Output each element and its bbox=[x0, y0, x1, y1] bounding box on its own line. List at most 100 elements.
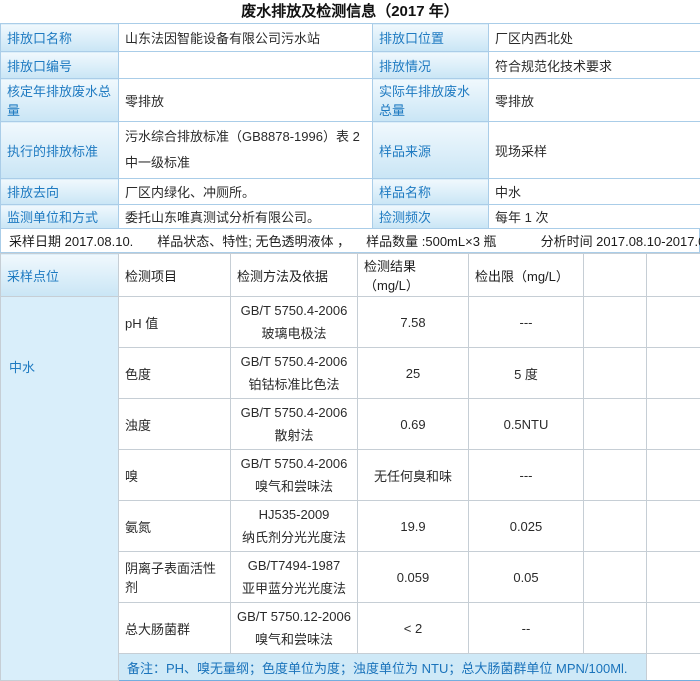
remarks-text: 备注：PH、嗅无量纲；色度单位为度；浊度单位为 NTU；总大肠菌群单位 MPN/… bbox=[119, 654, 647, 681]
detect-row-method: GB/T 5750.4-2006 铂钴标准比色法 bbox=[231, 348, 358, 399]
value-discharge-standard: 污水综合排放标准（GB8878-1996）表 2 中一级标准 bbox=[119, 122, 373, 179]
info-row: 执行的排放标准 污水综合排放标准（GB8878-1996）表 2 中一级标准 样… bbox=[1, 122, 700, 179]
method-standard: GB/T7494-1987 bbox=[235, 554, 353, 577]
empty-cell bbox=[584, 399, 647, 450]
label-monitoring-unit: 监测单位和方式 bbox=[1, 205, 119, 229]
detect-row-method: GB/T 5750.4-2006 玻璃电极法 bbox=[231, 297, 358, 348]
detect-row-result: 19.9 bbox=[358, 501, 469, 552]
value-outlet-number bbox=[119, 52, 373, 79]
method-standard: HJ535-2009 bbox=[235, 503, 353, 526]
empty-cell bbox=[647, 450, 700, 501]
label-discharge-status: 排放情况 bbox=[373, 52, 489, 79]
detect-row-item: 总大肠菌群 bbox=[119, 603, 231, 654]
method-standard: GB/T 5750.4-2006 bbox=[235, 350, 353, 373]
detect-row-method: GB/T7494-1987 亚甲蓝分光光度法 bbox=[231, 552, 358, 603]
empty-cell bbox=[584, 297, 647, 348]
method-standard: GB/T 5750.4-2006 bbox=[235, 299, 353, 322]
value-monitoring-unit: 委托山东唯真测试分析有限公司。 bbox=[119, 205, 373, 229]
detect-row-method: HJ535-2009 纳氏剂分光光度法 bbox=[231, 501, 358, 552]
info-row: 排放口名称 山东法因智能设备有限公司污水站 排放口位置 厂区内西北处 bbox=[1, 24, 700, 52]
detect-row-item: 氨氮 bbox=[119, 501, 231, 552]
header-sampling-point: 采样点位 bbox=[1, 254, 119, 297]
page-title: 废水排放及检测信息（2017 年） bbox=[0, 0, 700, 23]
header-test-item: 检测项目 bbox=[119, 254, 231, 297]
discharge-info-table: 排放口名称 山东法因智能设备有限公司污水站 排放口位置 厂区内西北处 排放口编号… bbox=[0, 23, 700, 229]
sampling-date: 采样日期 2017.08.10. bbox=[9, 231, 133, 250]
label-outlet-number: 排放口编号 bbox=[1, 52, 119, 79]
detect-row-item: 浊度 bbox=[119, 399, 231, 450]
method-standard: GB/T 5750.12-2006 bbox=[235, 605, 353, 628]
value-outlet-location: 厂区内西北处 bbox=[489, 24, 700, 52]
method-name: 铂钴标准比色法 bbox=[235, 373, 353, 396]
detect-row-result: 7.58 bbox=[358, 297, 469, 348]
label-discharge-standard: 执行的排放标准 bbox=[1, 122, 119, 179]
detect-row-result: 0.69 bbox=[358, 399, 469, 450]
method-name: 纳氏剂分光光度法 bbox=[235, 526, 353, 549]
empty-cell bbox=[647, 501, 700, 552]
method-name: 散射法 bbox=[235, 424, 353, 447]
sample-state: 样品状态、特性; 无色透明液体 ， bbox=[157, 231, 350, 250]
detect-row-limit: 0.05 bbox=[469, 552, 584, 603]
detect-row-method: GB/T 5750.4-2006 散射法 bbox=[231, 399, 358, 450]
header-test-result: 检测结果（mg/L） bbox=[358, 254, 469, 297]
value-approved-annual-total: 零排放 bbox=[119, 79, 373, 122]
empty-cell bbox=[647, 348, 700, 399]
sample-quantity: 样品数量 :500mL×3 瓶 bbox=[366, 231, 496, 250]
method-name: 亚甲蓝分光光度法 bbox=[235, 577, 353, 600]
info-row: 监测单位和方式 委托山东唯真测试分析有限公司。 捡测频次 每年 1 次 bbox=[1, 205, 700, 229]
sampling-point-value: 中水 bbox=[1, 297, 119, 681]
value-outlet-name: 山东法因智能设备有限公司污水站 bbox=[119, 24, 373, 52]
label-monitoring-frequency: 捡测频次 bbox=[373, 205, 489, 229]
label-discharge-destination: 排放去向 bbox=[1, 179, 119, 205]
label-sample-name: 样品名称 bbox=[373, 179, 489, 205]
detect-row-item: 嗅 bbox=[119, 450, 231, 501]
detect-row-method: GB/T 5750.4-2006 嗅气和尝味法 bbox=[231, 450, 358, 501]
detect-row: 中水 pH 值 GB/T 5750.4-2006 玻璃电极法 7.58 --- bbox=[1, 297, 700, 348]
detect-row-limit: -- bbox=[469, 603, 584, 654]
method-name: 玻璃电极法 bbox=[235, 322, 353, 345]
empty-cell bbox=[647, 603, 700, 654]
empty-cell bbox=[647, 297, 700, 348]
value-discharge-status: 符合规范化技术要求 bbox=[489, 52, 700, 79]
empty-cell bbox=[647, 552, 700, 603]
header-detection-limit: 检出限（mg/L） bbox=[469, 254, 584, 297]
label-outlet-location: 排放口位置 bbox=[373, 24, 489, 52]
detect-row-result: 0.059 bbox=[358, 552, 469, 603]
detection-results-table: 采样点位 检测项目 检测方法及依据 检测结果（mg/L） 检出限（mg/L） 中… bbox=[0, 253, 700, 681]
header-test-method: 检测方法及依据 bbox=[231, 254, 358, 297]
detect-row-item: 色度 bbox=[119, 348, 231, 399]
detect-row-item: pH 值 bbox=[119, 297, 231, 348]
detect-row-result: < 2 bbox=[358, 603, 469, 654]
value-sample-source: 现场采样 bbox=[489, 122, 700, 179]
label-approved-annual-total: 核定年排放废水总量 bbox=[1, 79, 119, 122]
header-empty-cell bbox=[647, 254, 700, 297]
detect-row-limit: 0.025 bbox=[469, 501, 584, 552]
detect-row-method: GB/T 5750.12-2006 嗅气和尝味法 bbox=[231, 603, 358, 654]
detect-row-result: 25 bbox=[358, 348, 469, 399]
analysis-time: 分析时间 2017.08.10-2017.08.12 bbox=[541, 231, 700, 250]
method-standard: GB/T 5750.4-2006 bbox=[235, 452, 353, 475]
empty-cell bbox=[647, 399, 700, 450]
empty-cell bbox=[584, 552, 647, 603]
detect-row-limit: --- bbox=[469, 450, 584, 501]
method-standard: GB/T 5750.4-2006 bbox=[235, 401, 353, 424]
empty-cell bbox=[584, 603, 647, 654]
detect-header-row: 采样点位 检测项目 检测方法及依据 检测结果（mg/L） 检出限（mg/L） bbox=[1, 254, 700, 297]
label-outlet-name: 排放口名称 bbox=[1, 24, 119, 52]
label-sample-source: 样品来源 bbox=[373, 122, 489, 179]
empty-cell bbox=[584, 348, 647, 399]
sampling-info-line: 采样日期 2017.08.10. 样品状态、特性; 无色透明液体 ， 样品数量 … bbox=[0, 229, 700, 253]
detect-row-limit: 5 度 bbox=[469, 348, 584, 399]
value-actual-annual-total: 零排放 bbox=[489, 79, 700, 122]
empty-cell bbox=[584, 450, 647, 501]
detect-row-result: 无任何臭和味 bbox=[358, 450, 469, 501]
report-page: 废水排放及检测信息（2017 年） 排放口名称 山东法因智能设备有限公司污水站 … bbox=[0, 0, 700, 681]
value-sample-name: 中水 bbox=[489, 179, 700, 205]
header-empty-cell bbox=[584, 254, 647, 297]
empty-cell bbox=[647, 654, 700, 681]
value-monitoring-frequency: 每年 1 次 bbox=[489, 205, 700, 229]
info-row: 排放去向 厂区内绿化、冲厕所。 样品名称 中水 bbox=[1, 179, 700, 205]
empty-cell bbox=[584, 501, 647, 552]
detect-row-limit: 0.5NTU bbox=[469, 399, 584, 450]
info-row: 排放口编号 排放情况 符合规范化技术要求 bbox=[1, 52, 700, 79]
